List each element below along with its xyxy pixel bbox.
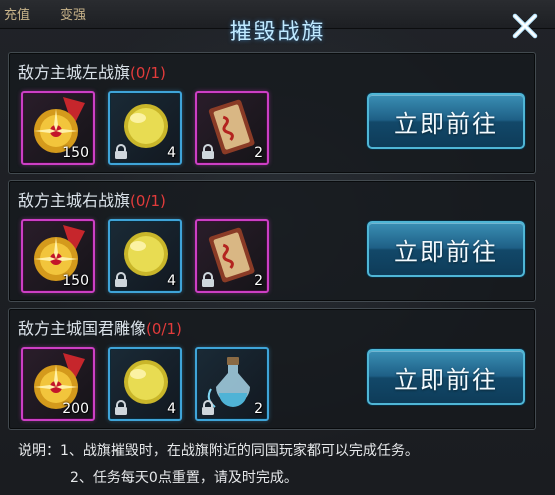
- go-now-button[interactable]: 立即前往: [367, 349, 525, 405]
- item-quantity: 150: [62, 145, 89, 161]
- item-quantity: 2: [254, 401, 263, 417]
- task-title-text: 敌方主城右战旗: [18, 191, 131, 210]
- task-title-text: 敌方主城国君雕像: [18, 319, 147, 338]
- lock-icon: [115, 400, 127, 415]
- task-title: 敌方主城右战旗(0/1): [18, 187, 166, 211]
- task-progress: (0/1): [130, 192, 166, 210]
- task-title-text: 敌方主城左战旗: [18, 63, 131, 82]
- task-row-king-statue: 敌方主城国君雕像(0/1) 200 4 2 立即前往: [8, 308, 536, 430]
- lock-icon: [202, 400, 214, 415]
- reward-item[interactable]: 150: [21, 219, 95, 293]
- reward-item[interactable]: 200: [21, 347, 95, 421]
- reward-item[interactable]: 2: [195, 347, 269, 421]
- go-now-button[interactable]: 立即前往: [367, 221, 525, 277]
- item-quantity: 200: [62, 401, 89, 417]
- item-quantity: 2: [254, 145, 263, 161]
- task-progress: (0/1): [146, 320, 182, 338]
- item-quantity: 4: [167, 273, 176, 289]
- item-quantity: 4: [167, 145, 176, 161]
- dialog-title: 摧毁战旗: [229, 20, 326, 45]
- lock-icon: [115, 144, 127, 159]
- reward-item[interactable]: 4: [108, 347, 182, 421]
- instructions-line-2: 2、任务每天0点重置，请及时完成。: [70, 470, 298, 486]
- task-title: 敌方主城国君雕像(0/1): [18, 315, 182, 339]
- lock-icon: [202, 144, 214, 159]
- task-row-right-flag: 敌方主城右战旗(0/1) 150 4 2 立即前往: [8, 180, 536, 302]
- go-now-button[interactable]: 立即前往: [367, 93, 525, 149]
- item-quantity: 4: [167, 401, 176, 417]
- task-row-left-flag: 敌方主城左战旗(0/1) 150 4 2 立即前往: [8, 52, 536, 174]
- reward-item[interactable]: 150: [21, 91, 95, 165]
- reward-item[interactable]: 4: [108, 91, 182, 165]
- task-progress: (0/1): [130, 64, 166, 82]
- lock-icon: [115, 272, 127, 287]
- close-button[interactable]: [507, 8, 543, 44]
- task-title: 敌方主城左战旗(0/1): [18, 59, 166, 83]
- reward-item[interactable]: 2: [195, 219, 269, 293]
- reward-item[interactable]: 4: [108, 219, 182, 293]
- item-quantity: 2: [254, 273, 263, 289]
- lock-icon: [202, 272, 214, 287]
- item-quantity: 150: [62, 273, 89, 289]
- reward-item[interactable]: 2: [195, 91, 269, 165]
- instructions-line-1: 说明：1、战旗摧毁时，在战旗附近的同国玩家都可以完成任务。: [18, 443, 419, 459]
- close-icon: [512, 13, 538, 39]
